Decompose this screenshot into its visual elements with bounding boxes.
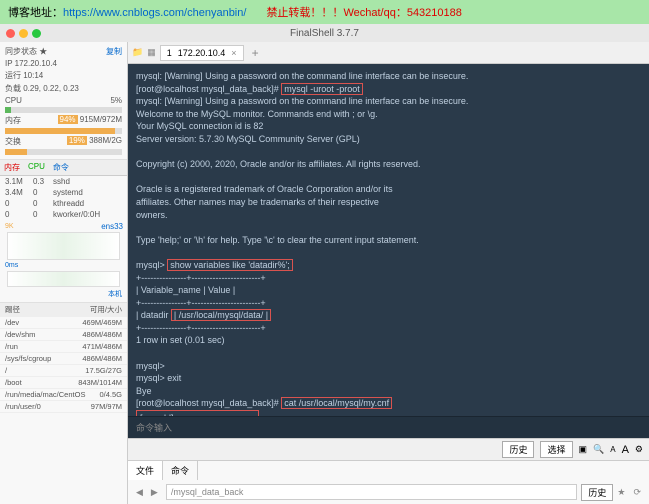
iface[interactable]: ens33 [101, 222, 123, 231]
copy-link[interactable]: 复制 [106, 46, 122, 57]
files-tab[interactable]: 文件 [128, 461, 163, 480]
ip-value: 172.20.10.4 [15, 59, 57, 68]
process-row[interactable]: 00kthreadd [0, 198, 127, 209]
terminal[interactable]: mysql: [Warning] Using a password on the… [128, 64, 649, 416]
fs-list: 踢径可用/大小 /dev469M/469M/dev/shm486M/486M/r… [0, 303, 127, 413]
terminal-icon[interactable]: ▣ [579, 444, 588, 455]
folder-icon[interactable]: 📁 [132, 47, 143, 58]
maximize-icon[interactable] [32, 29, 41, 38]
fs-row[interactable]: /dev/shm486M/486M [0, 329, 127, 341]
star-icon[interactable]: ★ [39, 47, 47, 56]
path-history-button[interactable]: 历史 [581, 484, 613, 501]
uptime: 10:14 [23, 71, 43, 80]
nav-back-icon[interactable]: ◀ [132, 487, 147, 498]
process-list: 3.1M0.3sshd3.4M0systemd00kthreadd00kwork… [0, 176, 127, 220]
close-tab-icon[interactable]: × [231, 48, 236, 58]
add-tab-icon[interactable]: + [248, 46, 263, 60]
net-chart [7, 232, 120, 260]
hl-show-vars: show variables like 'datadir%'; [167, 259, 293, 271]
fs-row[interactable]: /run/media/mac/CentOS0/4.5G [0, 389, 127, 401]
fs-row[interactable]: /17.5G/27G [0, 365, 127, 377]
window-titlebar: FinalShell 3.7.7 [0, 24, 649, 42]
fs-row[interactable]: /dev469M/469M [0, 317, 127, 329]
tab-bar: 📁 ▦ 1 172.20.10.4 × + [128, 42, 649, 64]
blog-url[interactable]: https://www.cnblogs.com/chenyanbin/ [63, 7, 246, 19]
cpu-pct: 5% [110, 96, 122, 105]
proc-header: 内存 CPU 命令 [0, 160, 127, 176]
font-smaller-icon[interactable]: A [610, 445, 615, 454]
cmd-tab[interactable]: 命令 [163, 461, 198, 480]
refresh-icon[interactable]: ⟳ [629, 487, 645, 498]
command-input[interactable]: 命令输入 [128, 416, 649, 438]
settings-icon[interactable]: ⚙ [635, 444, 643, 455]
latency-chart [7, 271, 120, 287]
window-title: FinalShell 3.7.7 [290, 28, 359, 39]
load: 0.29, 0.22, 0.23 [23, 84, 79, 93]
local-link[interactable]: 本机 [5, 289, 122, 299]
process-row[interactable]: 00kworker/0:0H [0, 209, 127, 220]
grid-icon[interactable]: ▦ [147, 47, 156, 58]
hl-mysql-login: mysql -uroot -proot [281, 83, 363, 95]
fs-row[interactable]: /run/user/097M/97M [0, 401, 127, 413]
history-button[interactable]: 历史 [502, 441, 534, 458]
close-icon[interactable] [6, 29, 15, 38]
bottom-toolbar: 历史 选择 ▣ 🔍 A A ⚙ [128, 438, 649, 460]
fs-row[interactable]: /run471M/486M [0, 341, 127, 353]
select-button[interactable]: 选择 [540, 441, 572, 458]
path-input[interactable] [166, 484, 578, 500]
font-larger-icon[interactable]: A [622, 444, 629, 456]
blog-label: 博客地址： [8, 7, 63, 19]
connection-tab[interactable]: 1 172.20.10.4 × [160, 45, 244, 61]
process-row[interactable]: 3.1M0.3sshd [0, 176, 127, 187]
mem-pct: 94% [58, 115, 78, 124]
hl-datadir-val: | /usr/local/mysql/data/ | [171, 309, 271, 321]
bookmark-icon[interactable]: ★ [613, 487, 629, 498]
warn-text: 禁止转载！！！ [266, 7, 343, 19]
contact-text: Wechat/qq：543210188 [343, 7, 461, 19]
minimize-icon[interactable] [19, 29, 28, 38]
search-icon[interactable]: 🔍 [593, 444, 604, 455]
sidebar: 同步状态 ★复制 IP 172.20.10.4 运行 10:14 负载 0.29… [0, 42, 128, 504]
top-banner: 博客地址：https://www.cnblogs.com/chenyanbin/… [0, 0, 649, 24]
hl-cat-cmd: cat /usr/local/mysql/my.cnf [281, 397, 392, 409]
path-bar: ◀ ▶ 历史 ★ ⟳ [128, 480, 649, 504]
swap-pct: 19% [67, 136, 87, 145]
process-row[interactable]: 3.4M0systemd [0, 187, 127, 198]
sync-title: 同步状态 [5, 47, 37, 56]
file-tabs: 文件 命令 [128, 460, 649, 480]
nav-fwd-icon[interactable]: ▶ [147, 487, 162, 498]
traffic-lights [6, 29, 41, 38]
fs-row[interactable]: /boot843M/1014M [0, 377, 127, 389]
tab-ip: 172.20.10.4 [178, 48, 226, 58]
fs-row[interactable]: /sys/fs/cgroup486M/486M [0, 353, 127, 365]
